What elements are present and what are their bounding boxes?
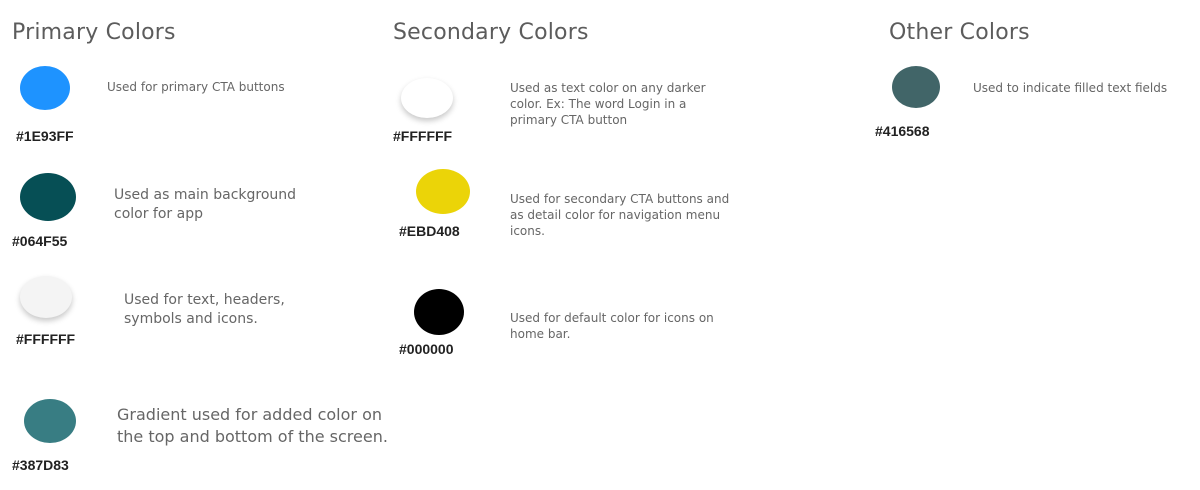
- primary-swatch-2: [20, 173, 76, 221]
- primary-hex-2: #064F55: [12, 233, 68, 249]
- secondary-hex-3: #000000: [399, 341, 454, 357]
- secondary-swatch-3: [414, 289, 464, 335]
- primary-desc-3: Used for text, headers, symbols and icon…: [124, 292, 285, 327]
- primary-colors-heading: Primary Colors: [12, 20, 176, 45]
- secondary-colors-heading: Secondary Colors: [393, 20, 589, 45]
- secondary-swatch-1: [401, 78, 453, 118]
- secondary-desc-1: Used as text color on any darker color. …: [510, 81, 706, 128]
- secondary-hex-1: #FFFFFF: [393, 128, 453, 144]
- other-desc-1: Used to indicate filled text fields: [973, 81, 1168, 95]
- secondary-desc-3: Used for default color for icons on home…: [510, 311, 714, 342]
- primary-hex-3: #FFFFFF: [16, 331, 76, 347]
- secondary-hex-2: #EBD408: [399, 223, 460, 239]
- primary-hex-1: #1E93FF: [16, 128, 74, 144]
- other-colors-heading: Other Colors: [889, 20, 1030, 45]
- other-swatch-1: [892, 66, 940, 108]
- primary-swatch-1: [20, 66, 70, 110]
- secondary-swatch-2: [416, 169, 470, 214]
- secondary-desc-2: Used for secondary CTA buttons and as de…: [510, 192, 730, 239]
- primary-desc-4: Gradient used for added color on the top…: [117, 405, 388, 446]
- primary-swatch-4: [24, 399, 76, 443]
- primary-desc-2: Used as main background color for app: [114, 187, 297, 222]
- primary-hex-4: #387D83: [12, 457, 69, 473]
- other-hex-1: #416568: [875, 123, 930, 139]
- primary-swatch-3: [20, 276, 72, 318]
- primary-desc-1: Used for primary CTA buttons: [107, 80, 285, 94]
